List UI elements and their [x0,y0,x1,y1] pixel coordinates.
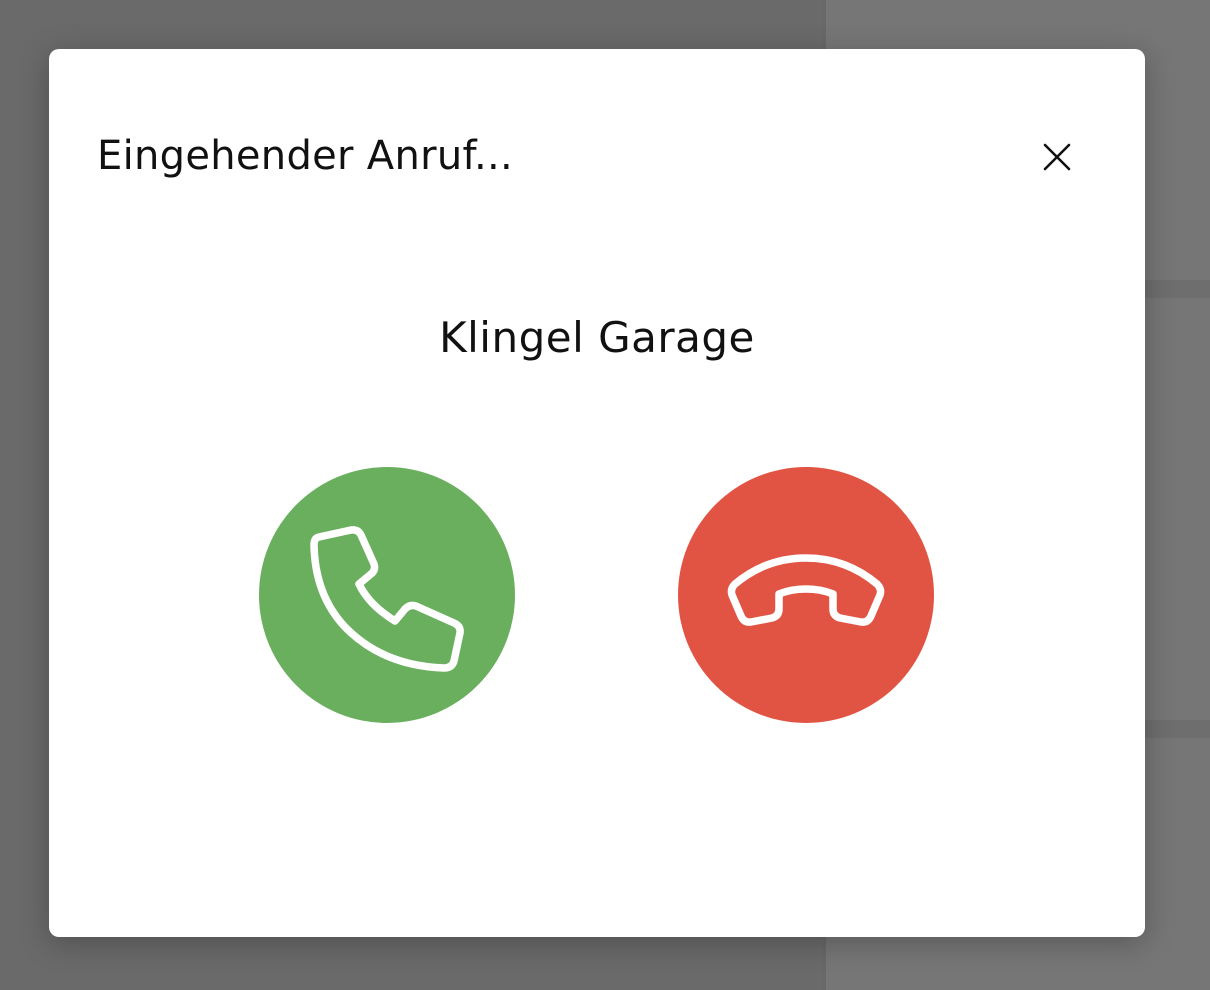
close-button[interactable] [1037,137,1077,177]
phone-accept-icon [310,526,464,672]
close-icon [1043,143,1071,171]
accept-call-button[interactable] [259,467,515,723]
phone-hangup-icon [727,554,885,626]
incoming-call-dialog: Eingehender Anruf... Klingel Garage [49,49,1145,937]
caller-name: Klingel Garage [439,313,755,362]
decline-call-button[interactable] [678,467,934,723]
dialog-title: Eingehender Anruf... [97,133,514,179]
